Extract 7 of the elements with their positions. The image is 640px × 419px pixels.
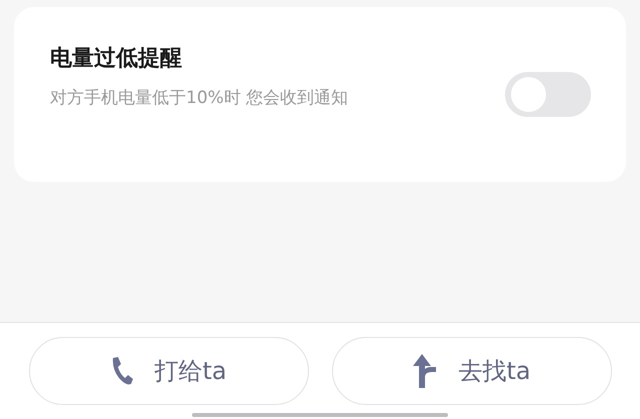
- toggle-switch[interactable]: [505, 72, 591, 117]
- action-button[interactable]: 去找ta: [332, 337, 612, 405]
- setting-title: 电量过低提醒: [50, 45, 183, 73]
- setting-description: 对方手机电量低于10%时 您会收到通知: [50, 87, 350, 110]
- fork-arrow-icon: [412, 353, 438, 389]
- action-button[interactable]: 打给ta: [28, 337, 308, 405]
- phone-icon: [110, 356, 134, 386]
